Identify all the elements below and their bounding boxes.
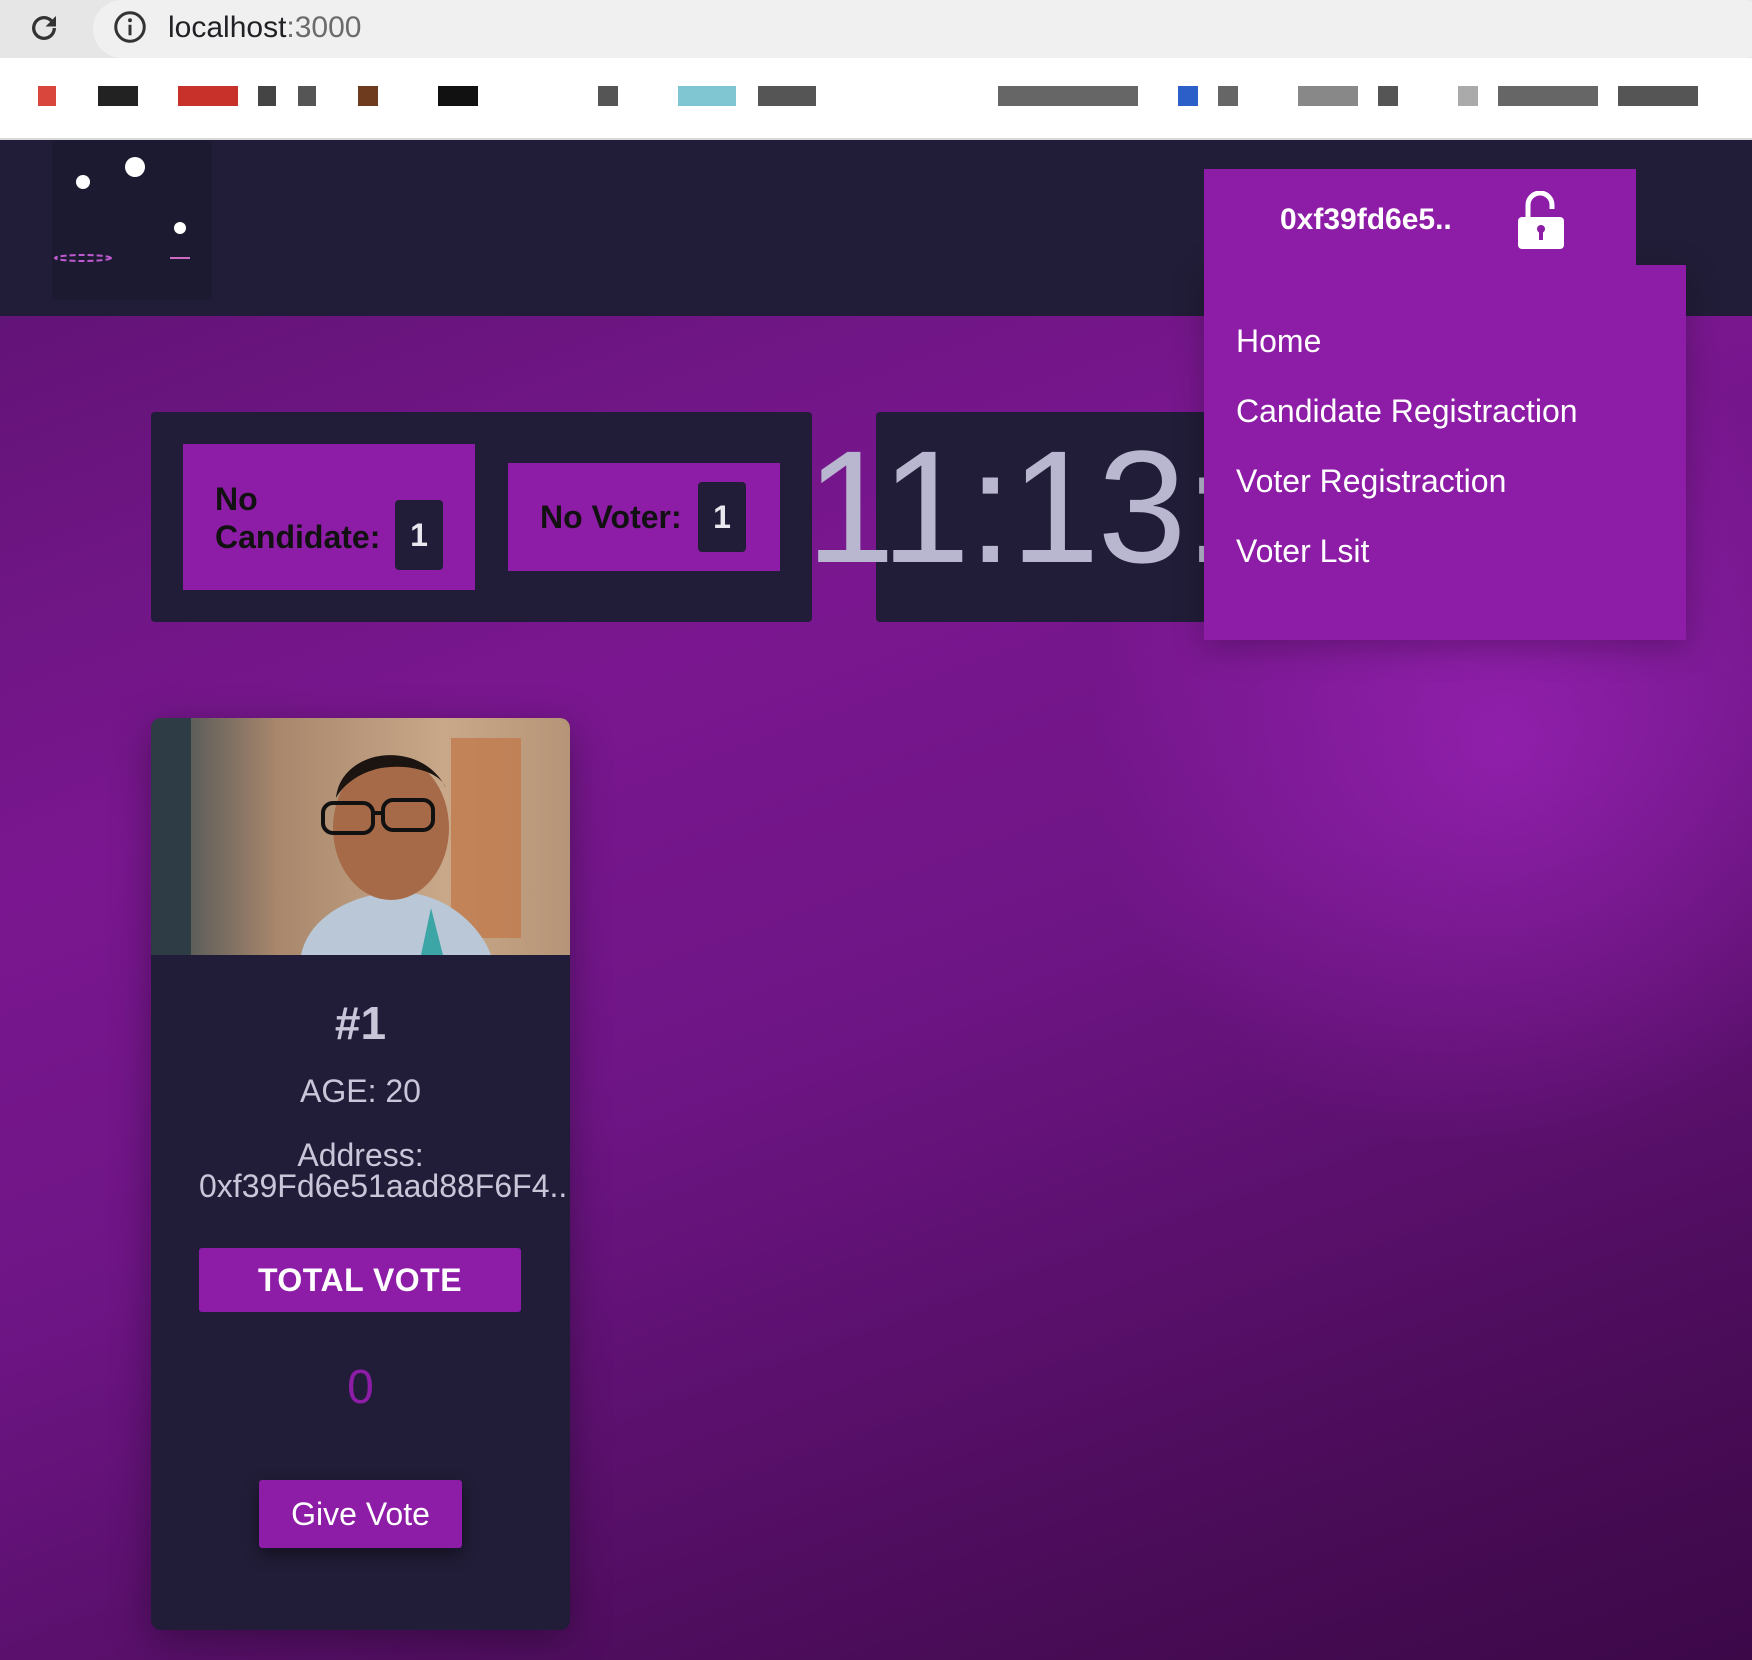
bookmark-item[interactable] <box>38 86 56 106</box>
menu-item-candidate-registration[interactable]: Candidate Registraction <box>1236 393 1578 430</box>
candidate-count-label-line2: Candidate: <box>215 519 381 555</box>
give-vote-button[interactable]: Give Vote <box>259 1480 462 1548</box>
candidate-count-value: 1 <box>395 500 443 570</box>
bookmark-item[interactable] <box>438 86 478 106</box>
candidate-count-card: No Candidate: 1 <box>183 444 475 590</box>
bookmark-item[interactable] <box>1298 86 1358 106</box>
candidate-age: AGE: 20 <box>300 1073 421 1109</box>
bookmark-item[interactable] <box>1458 86 1478 106</box>
bookmark-item[interactable] <box>678 86 736 106</box>
stats-panel: No Candidate: 1 No Voter: 1 <box>151 412 812 622</box>
bookmark-item[interactable] <box>98 86 138 106</box>
total-vote-label: TOTAL VOTE <box>199 1248 521 1312</box>
vote-count: 0 <box>347 1361 374 1414</box>
logo-icon[interactable] <box>52 140 212 300</box>
wallet-address: 0xf39fd6e5.. <box>1280 203 1452 236</box>
bookmark-item[interactable] <box>1618 86 1698 106</box>
bookmark-item[interactable] <box>178 86 238 106</box>
menu-item-voter-registration[interactable]: Voter Registraction <box>1236 463 1506 500</box>
site-info-icon[interactable] <box>112 9 148 45</box>
page-background: No Candidate: 1 No Voter: 1 11:13:4 Home… <box>0 140 1752 1660</box>
menu-item-voter-list[interactable]: Voter Lsit <box>1236 533 1369 570</box>
bookmark-item[interactable] <box>1178 86 1198 106</box>
url-port: :3000 <box>286 11 362 44</box>
bookmark-item[interactable] <box>358 86 378 106</box>
nav-dropdown-menu: Home Candidate Registraction Voter Regis… <box>1204 265 1686 640</box>
bookmark-item[interactable] <box>1378 86 1398 106</box>
candidate-count-label-line1: No <box>215 481 258 517</box>
unlock-icon[interactable] <box>1516 191 1568 251</box>
voter-count-label: No Voter: <box>540 499 682 535</box>
candidate-count-label: No Candidate: <box>215 480 380 556</box>
voter-count-value: 1 <box>698 482 746 552</box>
menu-item-home[interactable]: Home <box>1236 323 1321 360</box>
voter-count-card: No Voter: 1 <box>508 463 780 571</box>
candidate-number: #1 <box>334 997 387 1049</box>
candidate-card: #1 AGE: 20 Address: 0xf39Fd6e51aad88F6F4… <box>151 718 570 1630</box>
bookmark-item[interactable] <box>1498 86 1598 106</box>
url-host: localhost <box>168 11 287 44</box>
reload-icon[interactable] <box>26 10 62 46</box>
bookmark-item[interactable] <box>1218 86 1238 106</box>
wallet-button[interactable]: 0xf39fd6e5.. <box>1204 169 1636 279</box>
bookmark-item[interactable] <box>258 86 276 106</box>
bookmark-item[interactable] <box>298 86 316 106</box>
bookmark-item[interactable] <box>998 86 1138 106</box>
url-text[interactable]: localhost:3000 <box>168 10 361 46</box>
bookmark-item[interactable] <box>598 86 618 106</box>
candidate-photo <box>151 718 570 955</box>
candidate-address: 0xf39Fd6e51aad88F6F4.. <box>199 1168 568 1204</box>
browser-toolbar: localhost:3000 <box>0 0 1752 58</box>
bookmark-item[interactable] <box>758 86 816 106</box>
